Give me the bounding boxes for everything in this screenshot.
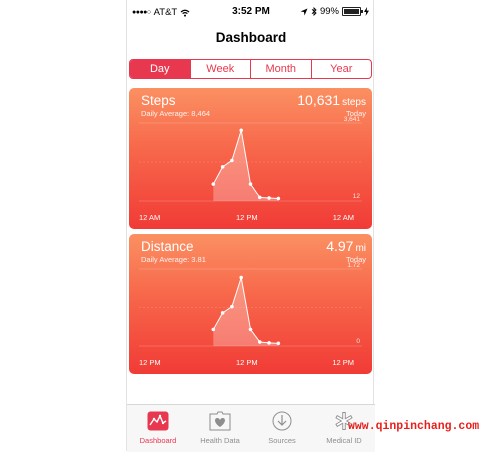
distance-value: 4.97 mi [326, 238, 366, 254]
status-bar: ●●●●○ AT&T 3:52 PM 99% [127, 0, 375, 22]
health-data-heart-icon [209, 411, 231, 431]
steps-value-number: 10,631 [297, 92, 341, 108]
steps-value: 10,631 steps [297, 92, 366, 108]
steps-unit: steps [342, 97, 366, 108]
tab-bar-dashboard[interactable]: Dashboard [127, 405, 189, 452]
steps-point-6 [267, 196, 271, 200]
watermark-text: www.qinpinchang.com [348, 420, 480, 433]
sources-download-icon [272, 411, 292, 431]
tab-bar-sources-label: Sources [268, 436, 296, 445]
steps-x-label-mid: 12 PM [236, 213, 258, 222]
distance-point-1 [220, 311, 225, 315]
steps-x-label-end: 12 AM [332, 213, 354, 222]
distance-x-label-end: 12 PM [332, 358, 354, 367]
bluetooth-icon [311, 7, 317, 16]
distance-value-number: 4.97 [326, 238, 354, 254]
phone-screen: ●●●●○ AT&T 3:52 PM 99% Dashboard Day Wee… [126, 0, 375, 452]
steps-title: Steps [141, 93, 176, 108]
distance-y-min-label: 0 [356, 338, 360, 345]
tab-year[interactable]: Year [310, 60, 372, 78]
battery-percent: 99% [319, 6, 339, 17]
distance-title: Distance [141, 239, 194, 254]
distance-point-2 [230, 304, 234, 309]
distance-daily-average: Daily Average: 3.81 [141, 255, 206, 264]
steps-y-min-label: 12 [353, 193, 361, 200]
battery-level-fill [344, 9, 359, 14]
tab-bar-medical-id-label: Medical ID [326, 436, 362, 445]
tab-day[interactable]: Day [130, 60, 190, 78]
steps-point-4 [248, 182, 253, 186]
steps-point-5 [257, 195, 262, 200]
tab-bar-dashboard-label: Dashboard [139, 436, 177, 445]
distance-x-label-mid: 12 PM [236, 358, 258, 367]
steps-period: Today [345, 109, 366, 118]
distance-point-3 [239, 275, 244, 280]
tab-week[interactable]: Week [189, 60, 251, 78]
distance-point-4 [248, 327, 253, 332]
steps-point-3 [239, 128, 244, 133]
distance-card[interactable]: 1.72 0 Distance Daily Average: 3.81 4.97 m… [129, 234, 372, 374]
steps-daily-average: Daily Average: 8,464 [141, 109, 211, 118]
time-range-segmented-control: Day Week Month Year [129, 59, 372, 79]
distance-point-5 [257, 340, 262, 344]
tab-bar-health-data[interactable]: Health Data [189, 405, 251, 452]
steps-point-0 [211, 182, 216, 186]
distance-x-label-start: 12 PM [139, 358, 161, 367]
battery-icon [342, 7, 363, 16]
tab-bar-health-data-label: Health Data [200, 436, 240, 445]
dashboard-chart-icon [147, 411, 169, 431]
tab-bar: Dashboard Health Data Sources Medical ID [127, 404, 375, 452]
distance-point-7 [276, 341, 281, 346]
page-title: Dashboard [215, 30, 287, 45]
steps-point-2 [230, 158, 234, 163]
charging-bolt-icon [364, 7, 369, 16]
distance-point-0 [211, 327, 216, 332]
steps-point-7 [276, 196, 281, 201]
steps-point-1 [220, 165, 225, 169]
distance-unit: mi [355, 243, 366, 254]
status-right: 99% [300, 6, 369, 17]
distance-period: Today [345, 255, 366, 264]
distance-point-6 [267, 341, 271, 345]
tab-bar-sources[interactable]: Sources [251, 405, 313, 452]
location-arrow-icon [300, 8, 308, 15]
tab-month[interactable]: Month [250, 60, 311, 78]
steps-card[interactable]: 3,641 12 Steps Daily Average: 8,464 10,63… [129, 88, 372, 229]
steps-x-label-start: 12 AM [139, 213, 161, 222]
